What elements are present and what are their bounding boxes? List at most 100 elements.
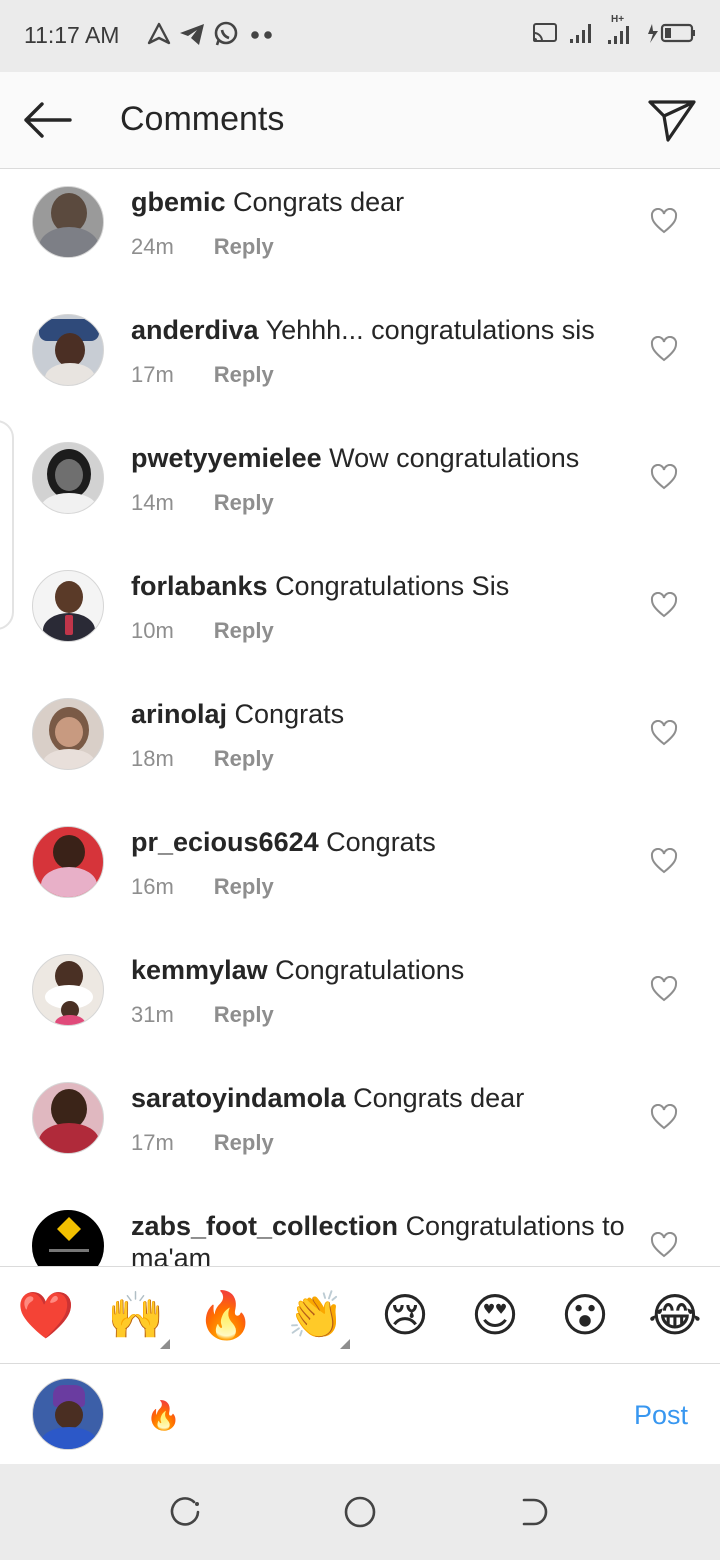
comment-text: saratoyindamola Congrats dear	[131, 1082, 631, 1114]
comment-row: arinolaj Congrats 18m Reply	[0, 698, 720, 826]
comment-input[interactable]: 🔥	[146, 1400, 181, 1432]
comment-username[interactable]: saratoyindamola	[131, 1083, 346, 1113]
comment-message: Congratulations Sis	[275, 571, 510, 601]
emoji-heart-eyes-button[interactable]: 😍	[467, 1287, 523, 1343]
avatar[interactable]	[32, 570, 104, 642]
comment-time: 17m	[131, 362, 174, 387]
comment-username[interactable]: anderdiva	[131, 315, 259, 345]
comment-row: pwetyyemielee Wow congratulations 14m Rep…	[0, 442, 720, 570]
reply-button[interactable]: Reply	[214, 490, 274, 516]
reply-button[interactable]: Reply	[214, 874, 274, 900]
status-bar: 11:17 AM H+	[0, 0, 720, 72]
avatar[interactable]	[32, 826, 104, 898]
status-left-icons	[146, 20, 276, 48]
heart-icon[interactable]	[650, 208, 678, 234]
emoji-quick-bar: ❤️ 🙌 🔥 👏 😢 😍 😮 😂	[0, 1266, 720, 1364]
share-button[interactable]	[644, 94, 700, 146]
skin-tone-marker	[160, 1339, 170, 1349]
back-icon[interactable]	[516, 1494, 552, 1530]
app-header: Comments	[0, 72, 720, 169]
heart-icon[interactable]	[650, 976, 678, 1002]
reply-button[interactable]: Reply	[214, 618, 274, 644]
home-icon[interactable]	[342, 1494, 378, 1530]
comment-time: 16m	[131, 874, 174, 899]
status-right-icons: H+	[532, 14, 696, 46]
reply-button[interactable]: Reply	[214, 234, 274, 260]
comment-message: Congrats dear	[353, 1083, 525, 1113]
heart-icon[interactable]	[650, 464, 678, 490]
comment-row: gbemic Congrats dear 24m Reply	[0, 186, 720, 314]
cast-icon	[533, 23, 557, 42]
comment-time: 24m	[131, 234, 174, 259]
emoji-astonished-face-button[interactable]: 😮	[557, 1287, 613, 1343]
current-user-avatar	[32, 1378, 104, 1450]
comment-meta: 31m Reply	[131, 1002, 274, 1028]
comment-time: 17m	[131, 1130, 174, 1155]
emoji-fire-button[interactable]: 🔥	[197, 1287, 254, 1343]
back-button[interactable]	[20, 98, 76, 142]
network-label: H+	[611, 14, 625, 25]
avatar[interactable]	[32, 186, 104, 258]
avatar[interactable]	[32, 442, 104, 514]
comment-time: 18m	[131, 746, 174, 771]
status-time: 11:17 AM	[24, 22, 120, 48]
comment-meta: 17m Reply	[131, 362, 274, 388]
direct-send-icon	[648, 100, 696, 142]
comment-message: Congrats	[234, 699, 345, 729]
comment-username[interactable]: zabs_foot_collection	[131, 1211, 398, 1241]
heart-icon[interactable]	[650, 336, 678, 362]
comment-text: pwetyyemielee Wow congratulations	[131, 442, 631, 474]
heart-icon[interactable]	[650, 1232, 678, 1258]
emoji-red-heart-button[interactable]: ❤️	[17, 1287, 74, 1343]
comment-time: 31m	[131, 1002, 174, 1027]
heart-icon[interactable]	[650, 1104, 678, 1130]
emoji-clapping-hands-button[interactable]: 👏	[287, 1287, 344, 1343]
comment-username[interactable]: arinolaj	[131, 699, 227, 729]
reply-button[interactable]: Reply	[214, 1130, 274, 1156]
comment-meta: 10m Reply	[131, 618, 274, 644]
post-button[interactable]: Post	[634, 1400, 688, 1431]
comment-time: 14m	[131, 490, 174, 515]
comment-username[interactable]: forlabanks	[131, 571, 268, 601]
avatar[interactable]	[32, 314, 104, 386]
battery-charging-icon	[648, 23, 695, 43]
comment-username[interactable]: pwetyyemielee	[131, 443, 322, 473]
recent-apps-icon[interactable]	[168, 1494, 204, 1530]
heart-icon[interactable]	[650, 720, 678, 746]
comment-text: pr_ecious6624 Congrats	[131, 826, 631, 858]
heart-icon[interactable]	[650, 592, 678, 618]
reply-button[interactable]: Reply	[214, 746, 274, 772]
comment-meta: 14m Reply	[131, 490, 274, 516]
comment-row: saratoyindamola Congrats dear 17m Reply	[0, 1082, 720, 1210]
comment-meta: 24m Reply	[131, 234, 274, 260]
side-panel-handle[interactable]	[0, 420, 14, 630]
brand-logo-icon	[49, 1217, 89, 1252]
comments-list[interactable]: gbemic Congrats dear 24m Reply anderdiva …	[0, 170, 720, 1266]
reply-button[interactable]: Reply	[214, 362, 274, 388]
nav-arrow-icon	[147, 22, 171, 45]
avatar[interactable]	[32, 1210, 104, 1266]
page-title: Comments	[120, 100, 285, 138]
comment-row: forlabanks Congratulations Sis 10m Reply	[0, 570, 720, 698]
comment-text: kemmylaw Congratulations	[131, 954, 631, 986]
signal-hplus-icon: H+	[606, 14, 636, 46]
comment-meta: 18m Reply	[131, 746, 274, 772]
heart-icon[interactable]	[650, 848, 678, 874]
telegram-icon	[180, 24, 204, 45]
comment-text: anderdiva Yehhh... congratulations sis	[131, 314, 631, 346]
comment-username[interactable]: pr_ecious6624	[131, 827, 319, 857]
comment-text: gbemic Congrats dear	[131, 186, 631, 218]
avatar[interactable]	[32, 698, 104, 770]
emoji-crying-face-button[interactable]: 😢	[377, 1287, 433, 1343]
avatar[interactable]	[32, 1082, 104, 1154]
avatar[interactable]	[32, 954, 104, 1026]
more-dots-icon	[251, 31, 272, 39]
comment-username[interactable]: kemmylaw	[131, 955, 268, 985]
comment-text: zabs_foot_collection Congratulations to …	[131, 1210, 631, 1266]
emoji-raising-hands-button[interactable]: 🙌	[107, 1287, 164, 1343]
comment-message: Congrats	[326, 827, 436, 857]
emoji-tears-of-joy-button[interactable]: 😂	[647, 1287, 703, 1343]
comment-composer: 🔥 Post	[0, 1364, 720, 1464]
reply-button[interactable]: Reply	[214, 1002, 274, 1028]
comment-username[interactable]: gbemic	[131, 187, 226, 217]
